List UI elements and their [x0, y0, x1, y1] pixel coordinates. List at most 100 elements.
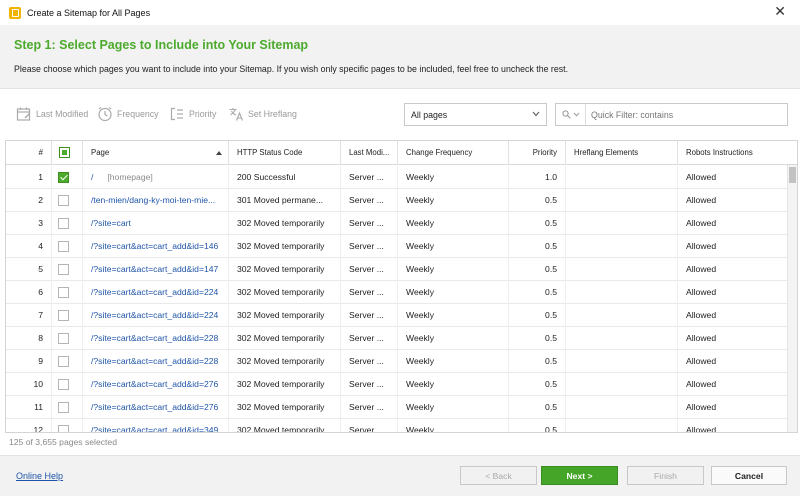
- page-url[interactable]: /?site=cart&act=cart_add&id=276: [83, 396, 229, 419]
- row-checkbox[interactable]: [58, 310, 69, 321]
- table-row[interactable]: 5 /?site=cart&act=cart_add&id=147 302 Move…: [6, 258, 789, 281]
- http-status: 302 Moved temporarily: [229, 212, 341, 235]
- last-modified: Server ...: [341, 189, 398, 212]
- column-page[interactable]: Page: [83, 141, 229, 165]
- table-row[interactable]: 7 /?site=cart&act=cart_add&id=224 302 Move…: [6, 304, 789, 327]
- row-checkbox[interactable]: [58, 333, 69, 344]
- page-url[interactable]: /?site=cart&act=cart_add&id=228: [83, 327, 229, 350]
- row-checkbox[interactable]: [58, 356, 69, 367]
- column-select-all[interactable]: [52, 141, 83, 165]
- page-link[interactable]: /?site=cart&act=cart_add&id=147: [91, 264, 218, 274]
- column-change-frequency[interactable]: Change Frequency: [398, 141, 509, 165]
- table-row[interactable]: 3 /?site=cart 302 Moved temporarily Server …: [6, 212, 789, 235]
- last-modified-button[interactable]: Last Modified: [16, 106, 88, 122]
- back-button[interactable]: < Back: [460, 466, 537, 485]
- change-frequency: Weekly: [398, 350, 509, 373]
- priority-icon: [170, 107, 183, 121]
- online-help-link[interactable]: Online Help: [16, 471, 63, 481]
- search-icon: [561, 110, 571, 119]
- page-link[interactable]: /?site=cart&act=cart_add&id=224: [91, 287, 218, 297]
- page-link[interactable]: /?site=cart&act=cart_add&id=276: [91, 379, 218, 389]
- table-row[interactable]: 8 /?site=cart&act=cart_add&id=228 302 Move…: [6, 327, 789, 350]
- change-frequency: Weekly: [398, 166, 509, 189]
- http-status: 302 Moved temporarily: [229, 235, 341, 258]
- page-link[interactable]: /ten-mien/dang-ky-moi-ten-mie...: [91, 195, 215, 205]
- change-frequency: Weekly: [398, 304, 509, 327]
- robots-instructions: Allowed: [678, 258, 789, 281]
- page-url[interactable]: /?site=cart&act=cart_add&id=349: [83, 419, 229, 432]
- row-checkbox[interactable]: [58, 379, 69, 390]
- quick-filter-input[interactable]: [586, 109, 776, 120]
- row-checkbox[interactable]: [58, 287, 69, 298]
- hreflang-elements: [566, 373, 678, 396]
- last-modified-label: Last Modified: [36, 109, 89, 119]
- table-row[interactable]: 11 /?site=cart&act=cart_add&id=276 302 Mov…: [6, 396, 789, 419]
- page-link[interactable]: /?site=cart&act=cart_add&id=228: [91, 333, 218, 343]
- select-all-checkbox[interactable]: [59, 147, 70, 158]
- robots-instructions: Allowed: [678, 166, 789, 189]
- page-url[interactable]: /?site=cart&act=cart_add&id=224: [83, 304, 229, 327]
- table-row[interactable]: 4 /?site=cart&act=cart_add&id=146 302 Move…: [6, 235, 789, 258]
- filter-options-button[interactable]: [556, 104, 586, 125]
- wizard-header: Step 1: Select Pages to Include into You…: [0, 25, 800, 89]
- row-number: 1: [6, 166, 52, 189]
- hreflang-elements: [566, 419, 678, 432]
- step-title: Step 1: Select Pages to Include into You…: [14, 38, 309, 52]
- page-link[interactable]: /?site=cart&act=cart_add&id=146: [91, 241, 218, 251]
- page-link[interactable]: /?site=cart&act=cart_add&id=276: [91, 402, 218, 412]
- page-url[interactable]: / [homepage]: [83, 166, 229, 189]
- priority-value: 0.5: [509, 189, 566, 212]
- cancel-button[interactable]: Cancel: [711, 466, 787, 485]
- table-row[interactable]: 1 /[homepage] 200 Successful Server ... Week…: [6, 166, 789, 189]
- page-link[interactable]: /?site=cart&act=cart_add&id=349: [91, 425, 218, 432]
- page-link[interactable]: /?site=cart&act=cart_add&id=228: [91, 356, 218, 366]
- row-checkbox[interactable]: [58, 172, 69, 183]
- robots-instructions: Allowed: [678, 396, 789, 419]
- page-link[interactable]: /?site=cart&act=cart_add&id=224: [91, 310, 218, 320]
- column-robots[interactable]: Robots Instructions: [678, 141, 789, 165]
- change-frequency: Weekly: [398, 281, 509, 304]
- scrollbar-thumb[interactable]: [789, 167, 796, 183]
- http-status: 302 Moved temporarily: [229, 419, 341, 432]
- table-row[interactable]: 9 /?site=cart&act=cart_add&id=228 302 Move…: [6, 350, 789, 373]
- pages-filter-select[interactable]: All pages: [404, 103, 547, 126]
- set-hreflang-label: Set Hreflang: [248, 109, 297, 119]
- page-url[interactable]: /?site=cart: [83, 212, 229, 235]
- page-url[interactable]: /ten-mien/dang-ky-moi-ten-mie...: [83, 189, 229, 212]
- row-checkbox[interactable]: [58, 241, 69, 252]
- priority-button[interactable]: Priority: [169, 106, 216, 122]
- close-icon[interactable]: ✕: [774, 4, 786, 18]
- column-http-status[interactable]: HTTP Status Code: [229, 141, 341, 165]
- frequency-button[interactable]: Frequency: [97, 106, 159, 122]
- page-url[interactable]: /?site=cart&act=cart_add&id=228: [83, 350, 229, 373]
- hreflang-elements: [566, 189, 678, 212]
- row-number: 8: [6, 327, 52, 350]
- page-url[interactable]: /?site=cart&act=cart_add&id=276: [83, 373, 229, 396]
- page-url[interactable]: /?site=cart&act=cart_add&id=146: [83, 235, 229, 258]
- row-checkbox[interactable]: [58, 402, 69, 413]
- change-frequency: Weekly: [398, 419, 509, 432]
- table-row[interactable]: 10 /?site=cart&act=cart_add&id=276 302 Mov…: [6, 373, 789, 396]
- sort-ascending-icon: [216, 151, 222, 155]
- column-priority[interactable]: Priority: [509, 141, 566, 165]
- priority-value: 0.5: [509, 304, 566, 327]
- set-hreflang-button[interactable]: Set Hreflang: [228, 106, 297, 122]
- finish-button[interactable]: Finish: [627, 466, 704, 485]
- column-last-modified[interactable]: Last Modi...: [341, 141, 398, 165]
- column-hreflang[interactable]: Hreflang Elements: [566, 141, 678, 165]
- page-url[interactable]: /?site=cart&act=cart_add&id=147: [83, 258, 229, 281]
- vertical-scrollbar[interactable]: [787, 165, 797, 432]
- table-row[interactable]: 6 /?site=cart&act=cart_add&id=224 302 Move…: [6, 281, 789, 304]
- page-link[interactable]: /?site=cart: [91, 218, 131, 228]
- page-url[interactable]: /?site=cart&act=cart_add&id=224: [83, 281, 229, 304]
- next-button[interactable]: Next >: [541, 466, 618, 485]
- row-checkbox[interactable]: [58, 264, 69, 275]
- table-row[interactable]: 12 /?site=cart&act=cart_add&id=349 302 Mov…: [6, 419, 789, 432]
- row-checkbox[interactable]: [58, 218, 69, 229]
- table-row[interactable]: 2/ten-mien/dang-ky-moi-ten-mie... 301 Mov…: [6, 189, 789, 212]
- row-checkbox[interactable]: [58, 425, 69, 432]
- title-bar: Create a Sitemap for All Pages ✕: [0, 0, 800, 25]
- row-checkbox[interactable]: [58, 195, 69, 206]
- priority-value: 0.5: [509, 212, 566, 235]
- column-number[interactable]: #: [6, 141, 52, 165]
